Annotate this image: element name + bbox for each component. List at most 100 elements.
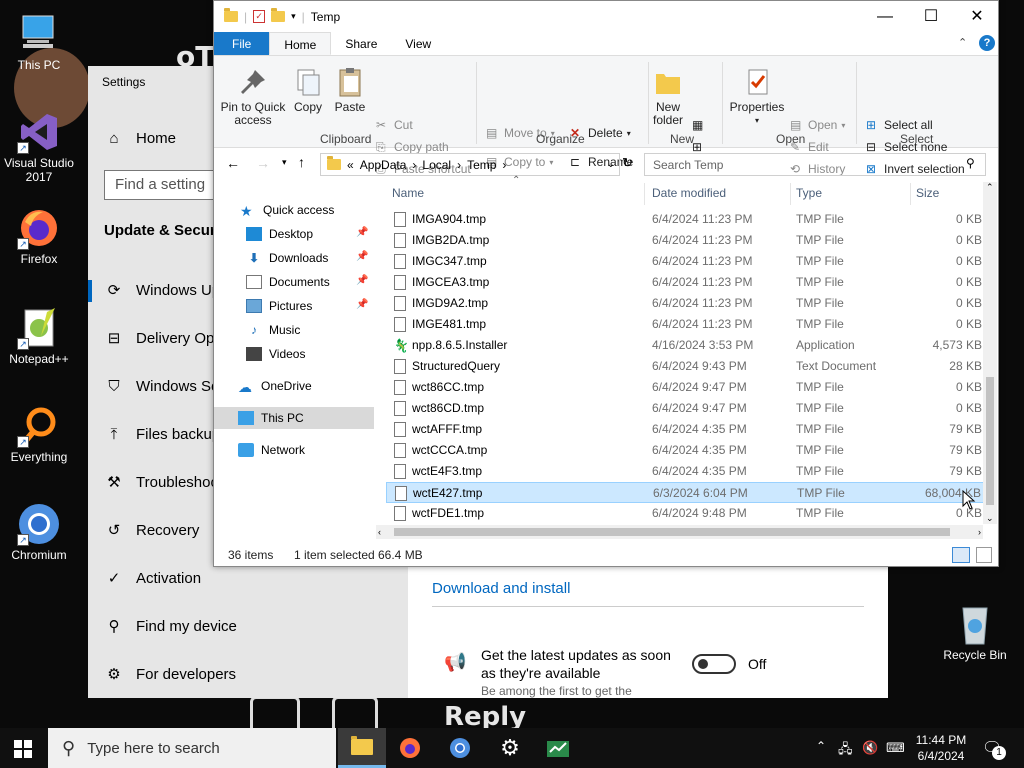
column-divider[interactable] bbox=[644, 183, 645, 205]
properties-button[interactable]: Properties ▾ bbox=[728, 66, 786, 127]
tab-share[interactable]: Share bbox=[331, 32, 391, 55]
column-divider[interactable] bbox=[790, 183, 791, 205]
desktop-icon-chromium[interactable]: ↗ Chromium bbox=[0, 502, 78, 562]
nav-quick-access[interactable]: ★ Quick access bbox=[240, 199, 400, 221]
notification-center[interactable]: 🗨 1 bbox=[982, 738, 1006, 760]
scroll-right-icon[interactable]: › bbox=[978, 525, 981, 539]
refresh-icon[interactable]: ↻ bbox=[622, 155, 633, 171]
nav-videos[interactable]: Videos bbox=[246, 343, 406, 365]
horizontal-scrollbar[interactable]: ‹ › bbox=[376, 525, 983, 539]
taskbar-chromium[interactable] bbox=[436, 728, 484, 768]
paste-button[interactable]: Paste bbox=[330, 66, 370, 114]
column-header-name[interactable]: Name bbox=[392, 179, 424, 207]
desktop-icon-recycle-bin[interactable]: Recycle Bin bbox=[936, 602, 1014, 662]
file-row[interactable]: wctAFFF.tmp 6/4/2024 4:35 PM TMP File 79 KB bbox=[386, 419, 986, 440]
download-and-install-link[interactable]: Download and install bbox=[432, 580, 570, 597]
desktop-icon-notepadpp[interactable]: ↗ Notepad++ bbox=[0, 306, 78, 366]
column-header-type[interactable]: Type bbox=[796, 179, 822, 207]
breadcrumb-overflow[interactable]: « bbox=[347, 158, 354, 172]
column-divider[interactable] bbox=[910, 183, 911, 205]
start-button[interactable] bbox=[14, 740, 32, 761]
nav-desktop[interactable]: Desktop bbox=[246, 223, 406, 245]
taskbar-settings[interactable]: ⚙ bbox=[486, 728, 534, 768]
help-icon[interactable]: ? bbox=[979, 35, 995, 51]
address-bar[interactable]: « AppData › Local › Temp › ⌄ bbox=[320, 153, 620, 176]
file-row[interactable]: wctCCCA.tmp 6/4/2024 4:35 PM TMP File 79 KB bbox=[386, 440, 986, 461]
minimize-button[interactable]: — bbox=[862, 1, 908, 32]
cut-button[interactable]: ✂ Cut bbox=[376, 118, 413, 132]
file-row[interactable]: IMGC347.tmp 6/4/2024 11:23 PM TMP File 0 KB bbox=[386, 251, 986, 272]
select-all-button[interactable]: ⊞ Select all bbox=[866, 118, 933, 132]
settings-item-find-my-device[interactable]: ⚲ Find my device bbox=[88, 606, 408, 646]
nav-network[interactable]: Network bbox=[238, 439, 398, 461]
file-row-selected[interactable]: wctE427.tmp 6/3/2024 6:04 PM TMP File 68,00… bbox=[386, 482, 986, 503]
file-row[interactable]: IMGE481.tmp 6/4/2024 11:23 PM TMP File 0 KB bbox=[386, 314, 986, 335]
chevron-up-icon[interactable]: ⌃ bbox=[816, 739, 826, 753]
chevron-down-icon[interactable]: ⌄ bbox=[607, 159, 615, 170]
tab-view[interactable]: View bbox=[391, 32, 445, 55]
file-row[interactable]: wctE4F3.tmp 6/4/2024 4:35 PM TMP File 79 KB bbox=[386, 461, 986, 482]
new-folder-small-icon[interactable] bbox=[271, 8, 286, 22]
open-button[interactable]: ▤ Open ▾ bbox=[790, 118, 845, 132]
file-row[interactable]: IMGB2DA.tmp 6/4/2024 11:23 PM TMP File 0 KB bbox=[386, 230, 986, 251]
breadcrumb-local[interactable]: Local bbox=[422, 158, 451, 172]
large-icons-view-icon[interactable] bbox=[976, 547, 992, 563]
nav-onedrive[interactable]: ☁ OneDrive bbox=[238, 375, 398, 397]
up-arrow-icon[interactable]: ↑ bbox=[298, 154, 305, 170]
search-input[interactable]: Search Temp bbox=[644, 153, 986, 176]
properties-small-icon[interactable]: ✓ bbox=[253, 10, 266, 23]
desktop-icon-this-pc[interactable]: This PC bbox=[0, 12, 78, 72]
nav-pictures[interactable]: Pictures bbox=[246, 295, 406, 317]
new-item-button[interactable]: ▦ bbox=[692, 118, 706, 132]
network-status-icon[interactable]: 🖧 bbox=[838, 740, 853, 762]
column-header-size[interactable]: Size bbox=[916, 179, 939, 207]
forward-arrow-icon[interactable]: → bbox=[256, 155, 270, 171]
pin-to-quick-access-button[interactable]: Pin to Quick access bbox=[220, 66, 286, 127]
nav-this-pc[interactable]: This PC bbox=[214, 407, 374, 429]
taskbar-search[interactable]: ⚲ Type here to search bbox=[48, 728, 336, 768]
close-button[interactable]: ✕ bbox=[954, 1, 1000, 32]
nav-documents[interactable]: Documents bbox=[246, 271, 406, 293]
input-indicator-icon[interactable]: ⌨ bbox=[886, 740, 905, 756]
customize-toolbar-icon[interactable]: ▾ bbox=[291, 11, 296, 22]
tab-file[interactable]: File bbox=[214, 32, 270, 55]
file-row[interactable]: wct86CD.tmp 6/4/2024 9:47 PM TMP File 0 KB bbox=[386, 398, 986, 419]
details-view-icon[interactable] bbox=[952, 547, 970, 563]
settings-item-for-developers[interactable]: ⚙ For developers bbox=[88, 654, 408, 694]
taskbar-clock[interactable]: 11:44 PM 6/4/2024 bbox=[906, 732, 976, 764]
expand-ribbon-icon[interactable]: ⌃ bbox=[958, 36, 967, 49]
breadcrumb-temp[interactable]: Temp bbox=[467, 158, 496, 172]
nav-music[interactable]: ♪ Music bbox=[246, 319, 406, 341]
taskbar-app[interactable] bbox=[534, 728, 582, 768]
desktop-icon-firefox[interactable]: ↗ Firefox bbox=[0, 206, 78, 266]
nav-downloads[interactable]: ⬇ Downloads bbox=[246, 247, 406, 269]
file-icon bbox=[395, 486, 407, 501]
scroll-left-icon[interactable]: ‹ bbox=[378, 525, 381, 539]
taskbar-file-explorer[interactable] bbox=[338, 728, 386, 768]
scroll-up-icon[interactable]: ⌃ bbox=[986, 182, 994, 193]
scroll-down-icon[interactable]: ⌄ bbox=[986, 513, 994, 524]
file-row[interactable]: 🦎 npp.8.6.5.Installer 4/16/2024 3:53 PM App… bbox=[386, 335, 986, 356]
tab-home[interactable]: Home bbox=[269, 32, 332, 55]
file-row[interactable]: wct86CC.tmp 6/4/2024 9:47 PM TMP File 0 KB bbox=[386, 377, 986, 398]
recent-locations-icon[interactable]: ▾ bbox=[282, 157, 287, 168]
desktop-icon-visual-studio[interactable]: ↗ Visual Studio 2017 bbox=[0, 110, 78, 184]
file-row[interactable]: StructuredQuery 6/4/2024 9:43 PM Text Docu… bbox=[386, 356, 986, 377]
maximize-button[interactable]: ☐ bbox=[908, 1, 954, 32]
copy-button[interactable]: Copy bbox=[290, 66, 326, 114]
breadcrumb-appdata[interactable]: AppData bbox=[360, 158, 407, 172]
vertical-scrollbar[interactable]: ⌃ ⌄ bbox=[983, 182, 997, 524]
file-row[interactable]: wctFDE1.tmp 6/4/2024 9:48 PM TMP File 0 KB bbox=[386, 503, 986, 524]
volume-muted-icon[interactable]: 🔇 bbox=[862, 740, 878, 756]
latest-updates-toggle[interactable] bbox=[692, 654, 736, 674]
back-arrow-icon[interactable]: ← bbox=[226, 155, 240, 171]
new-folder-button[interactable]: New folder bbox=[648, 66, 688, 127]
scrollbar-thumb[interactable] bbox=[394, 528, 950, 536]
desktop-icon-everything[interactable]: ↗ Everything bbox=[0, 404, 78, 464]
taskbar-firefox[interactable] bbox=[386, 728, 434, 768]
column-header-date[interactable]: Date modified bbox=[652, 179, 726, 207]
file-row[interactable]: IMGD9A2.tmp 6/4/2024 11:23 PM TMP File 0 KB bbox=[386, 293, 986, 314]
file-row[interactable]: IMGA904.tmp 6/4/2024 11:23 PM TMP File 0 KB bbox=[386, 209, 986, 230]
file-row[interactable]: IMGCEA3.tmp 6/4/2024 11:23 PM TMP File 0 KB bbox=[386, 272, 986, 293]
scrollbar-thumb[interactable] bbox=[986, 377, 994, 505]
